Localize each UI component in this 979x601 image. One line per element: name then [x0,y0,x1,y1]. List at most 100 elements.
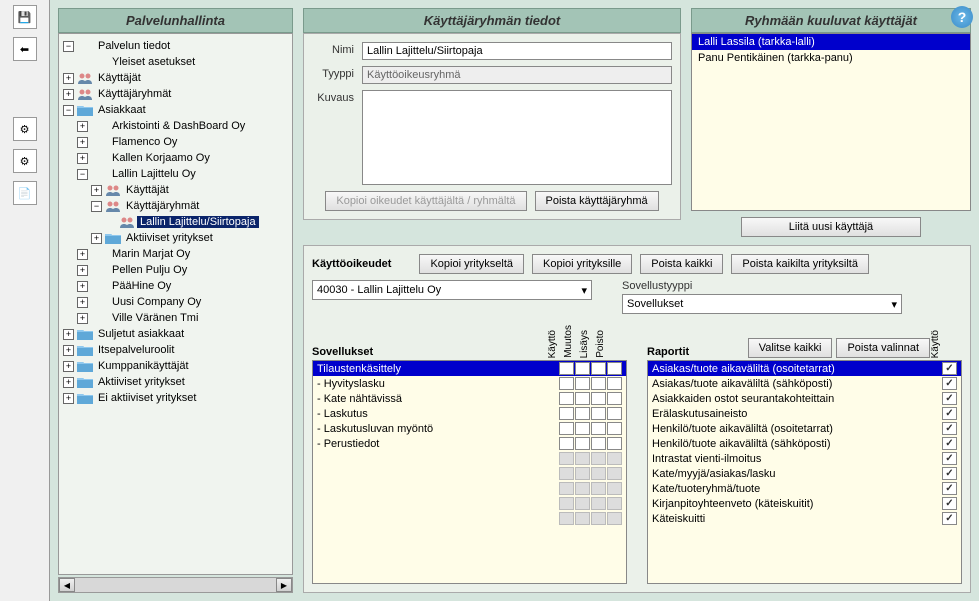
help-icon[interactable]: ? [951,6,973,28]
checkbox[interactable] [575,392,590,405]
tree-node[interactable]: +Käyttäjäryhmät [63,86,288,102]
tree-node[interactable]: −Käyttäjäryhmät [63,198,288,214]
tree-node[interactable]: +Kumppanikäyttäjät [63,358,288,374]
tree-node[interactable]: Lallin Lajittelu/Siirtopaja [63,214,288,230]
checkbox[interactable] [591,392,606,405]
select-all-reports-button[interactable]: Valitse kaikki [748,338,833,358]
report-row[interactable]: Intrastat vienti-ilmoitus [648,451,961,466]
tree-node[interactable]: +Ville Väränen Tmi [63,310,288,326]
tree-toggle-icon[interactable]: + [91,233,102,244]
tree-node[interactable]: +Pellen Pulju Oy [63,262,288,278]
tree-toggle-icon[interactable]: − [63,105,74,116]
app-row[interactable] [313,466,626,481]
add-user-button[interactable]: Liitä uusi käyttäjä [741,217,921,237]
tree-node[interactable]: +Ei aktiiviset yritykset [63,390,288,406]
tree-node[interactable]: −Asiakkaat [63,102,288,118]
tree-node[interactable]: +Flamenco Oy [63,134,288,150]
checkbox[interactable] [607,377,622,390]
app-row[interactable]: - Kate nähtävissä [313,391,626,406]
checkbox[interactable] [942,422,957,435]
checkbox[interactable] [607,422,622,435]
tree-toggle-icon[interactable]: − [77,169,88,180]
tree-toggle-icon[interactable]: + [77,313,88,324]
user-item[interactable]: Panu Pentikäinen (tarkka-panu) [692,50,970,66]
checkbox[interactable] [607,407,622,420]
checkbox[interactable] [607,362,622,375]
tree-toggle-icon[interactable]: + [63,329,74,340]
remove-selection-button[interactable]: Poista valinnat [836,338,930,358]
reports-list[interactable]: Asiakas/tuote aikaväliltä (osoitetarrat)… [647,360,962,584]
checkbox[interactable] [559,377,574,390]
tree-view[interactable]: −Palvelun tiedotYleiset asetukset+Käyttä… [58,33,293,575]
checkbox[interactable] [575,377,590,390]
report-row[interactable]: Kate/tuoteryhmä/tuote [648,481,961,496]
tree-node[interactable]: −Lallin Lajittelu Oy [63,166,288,182]
checkbox[interactable] [607,437,622,450]
tree-node[interactable]: −Palvelun tiedot [63,38,288,54]
checkbox[interactable] [942,497,957,510]
checkbox[interactable] [575,437,590,450]
remove-all-button[interactable]: Poista kaikki [640,254,723,274]
checkbox[interactable] [559,422,574,435]
tree-toggle-icon[interactable]: + [63,361,74,372]
tree-hscroll[interactable]: ◀▶ [58,577,293,593]
company-select[interactable]: 40030 - Lallin Lajittelu Oy▾ [312,280,592,300]
tree-node[interactable]: +Suljetut asiakkaat [63,326,288,342]
app-row[interactable] [313,451,626,466]
report-row[interactable]: Henkilö/tuote aikaväliltä (sähköposti) [648,436,961,451]
tree-node[interactable]: +Itsepalveluroolit [63,342,288,358]
checkbox[interactable] [559,362,574,375]
save-icon[interactable]: 💾 [13,5,37,29]
tool-icon-3[interactable]: 📄 [13,181,37,205]
apptype-select[interactable]: Sovellukset▾ [622,294,902,314]
checkbox[interactable] [575,362,590,375]
input-kuvaus[interactable] [362,90,672,185]
tree-toggle-icon[interactable]: − [91,201,102,212]
tree-node[interactable]: +Uusi Company Oy [63,294,288,310]
copy-to-companies-button[interactable]: Kopioi yrityksille [532,254,632,274]
tree-toggle-icon[interactable]: + [63,377,74,388]
checkbox[interactable] [942,377,957,390]
tree-node[interactable]: +Kallen Korjaamo Oy [63,150,288,166]
app-row[interactable]: - Laskutus [313,406,626,421]
app-row[interactable]: - Laskutusluvan myöntö [313,421,626,436]
app-row[interactable] [313,511,626,526]
report-row[interactable]: Asiakkaiden ostot seurantakohteittain [648,391,961,406]
tree-toggle-icon[interactable]: + [77,153,88,164]
tree-toggle-icon[interactable]: + [77,265,88,276]
checkbox[interactable] [591,362,606,375]
tree-toggle-icon[interactable]: + [77,281,88,292]
tree-node[interactable]: +Käyttäjät [63,182,288,198]
input-nimi[interactable] [362,42,672,60]
tree-toggle-icon[interactable]: + [91,185,102,196]
tree-toggle-icon[interactable]: + [77,249,88,260]
report-row[interactable]: Henkilö/tuote aikaväliltä (osoitetarrat) [648,421,961,436]
checkbox[interactable] [559,392,574,405]
user-item[interactable]: Lalli Lassila (tarkka-lalli) [692,34,970,50]
tree-node[interactable]: +PääHine Oy [63,278,288,294]
checkbox[interactable] [942,392,957,405]
users-list[interactable]: Lalli Lassila (tarkka-lalli)Panu Pentikä… [691,33,971,211]
delete-group-button[interactable]: Poista käyttäjäryhmä [535,191,659,211]
copy-rights-button[interactable]: Kopioi oikeudet käyttäjältä / ryhmältä [325,191,526,211]
checkbox[interactable] [559,437,574,450]
tree-toggle-icon[interactable]: + [63,73,74,84]
checkbox[interactable] [591,377,606,390]
checkbox[interactable] [942,512,957,525]
checkbox[interactable] [575,422,590,435]
checkbox[interactable] [942,482,957,495]
report-row[interactable]: Erälaskutusaineisto [648,406,961,421]
checkbox[interactable] [591,422,606,435]
checkbox[interactable] [607,392,622,405]
app-row[interactable] [313,496,626,511]
tree-toggle-icon[interactable]: + [63,89,74,100]
tree-node[interactable]: +Aktiiviset yritykset [63,374,288,390]
tree-node[interactable]: +Arkistointi & DashBoard Oy [63,118,288,134]
apps-list[interactable]: Tilaustenkäsittely- Hyvityslasku- Kate n… [312,360,627,584]
tree-toggle-icon[interactable]: − [63,41,74,52]
tree-toggle-icon[interactable]: + [77,137,88,148]
checkbox[interactable] [575,407,590,420]
report-row[interactable]: Käteiskuitti [648,511,961,526]
app-row[interactable]: - Perustiedot [313,436,626,451]
checkbox[interactable] [942,407,957,420]
